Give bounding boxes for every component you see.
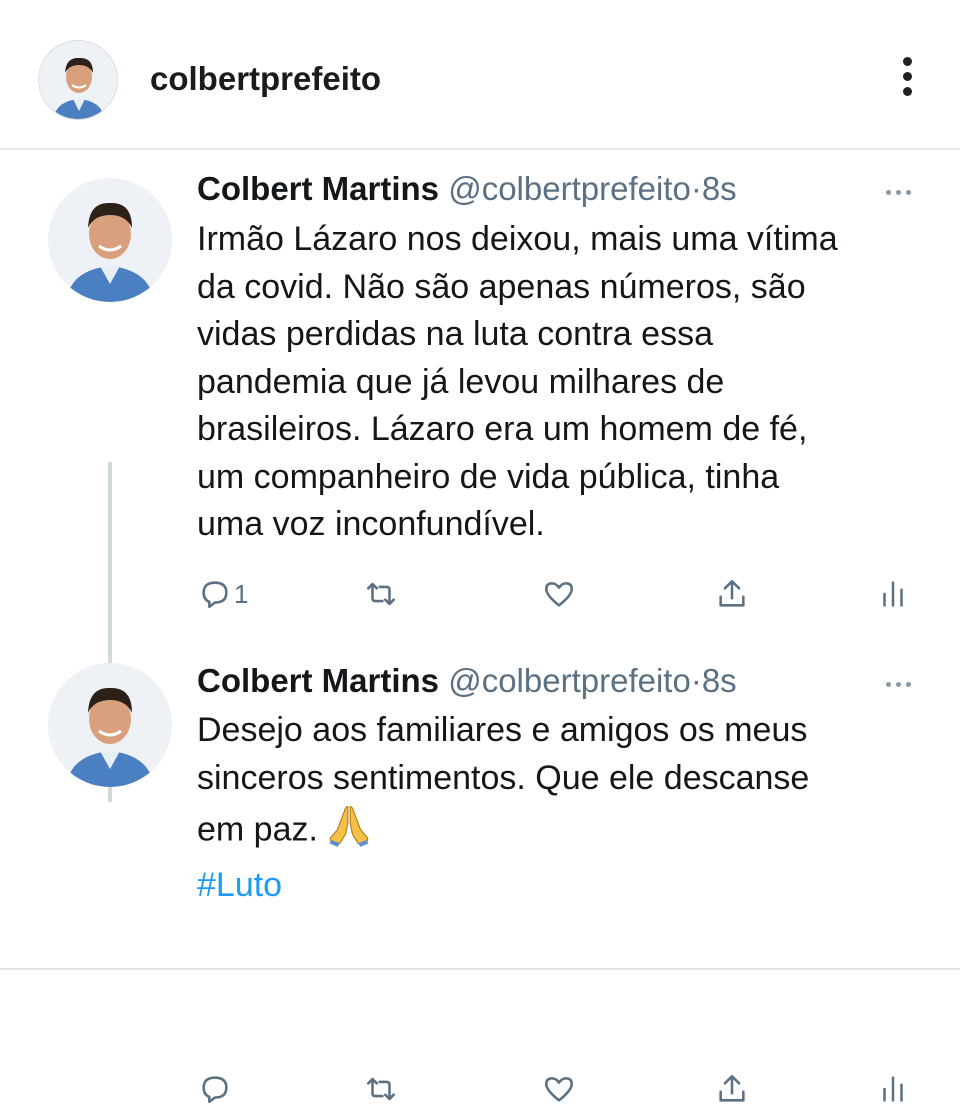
heart-icon: [544, 582, 574, 607]
like-button[interactable]: [542, 1067, 576, 1111]
tweet-text-line: pandemia que já levou milhares de: [197, 362, 725, 401]
share-icon: [719, 1074, 745, 1102]
like-button[interactable]: [542, 572, 576, 616]
tweet-actions: [190, 1067, 920, 1111]
retweet-button[interactable]: [364, 1067, 398, 1111]
retweet-button[interactable]: [364, 572, 398, 616]
timestamp[interactable]: 8s: [702, 662, 737, 699]
analytics-icon: [883, 581, 903, 607]
author-handle[interactable]: @colbertprefeito: [448, 170, 691, 207]
tweet-text-line: da covid. Não são apenas números, são: [197, 267, 806, 306]
tweet-header: Colbert Martins @colbertprefeito·8s: [197, 662, 737, 700]
separator-dot: ·: [690, 662, 702, 699]
heart-icon: [544, 1077, 574, 1102]
post-header: colbertprefeito: [0, 0, 960, 150]
tweet-text: Irmão Lázaro nos deixou, mais uma vítima…: [197, 216, 917, 549]
analytics-button[interactable]: [876, 572, 910, 616]
separator-dot: ·: [690, 170, 702, 207]
retweet-icon: [366, 582, 396, 606]
retweet-icon: [366, 1077, 396, 1101]
analytics-button[interactable]: [876, 1067, 910, 1111]
analytics-icon: [883, 1076, 903, 1102]
share-icon: [719, 579, 745, 607]
profile-username[interactable]: colbertprefeito: [150, 60, 381, 98]
reply-button[interactable]: [198, 1067, 232, 1111]
tweet-actions: 1: [190, 572, 920, 616]
profile-photo-icon: [39, 41, 117, 119]
folded-hands-emoji-icon: [326, 802, 372, 862]
tweet-text-line: vidas perdidas na luta contra essa: [197, 315, 713, 353]
vertical-ellipsis-icon[interactable]: [892, 52, 922, 112]
tweet-header: Colbert Martins @colbertprefeito·8s: [197, 170, 737, 208]
tweet-text-line: Irmão Lázaro nos deixou, mais uma vítima: [197, 220, 838, 258]
profile-avatar[interactable]: [38, 40, 118, 120]
tweet-text-line: um companheiro de vida pública, tinha: [197, 457, 780, 496]
author-name[interactable]: Colbert Martins: [197, 170, 439, 207]
author-name[interactable]: Colbert Martins: [197, 662, 439, 699]
tweet-text-fragment: em paz.: [197, 810, 318, 849]
tweet-avatar[interactable]: [48, 663, 172, 787]
tweet-text-line: Desejo aos familiares e amigos os meus: [197, 711, 808, 749]
share-button[interactable]: [715, 1067, 749, 1111]
share-button[interactable]: [715, 572, 749, 616]
tweet-text: Desejo aos familiares e amigos os meus s…: [197, 707, 917, 909]
profile-photo-icon: [48, 663, 172, 787]
reply-icon: [202, 581, 228, 609]
tweet-more-icon[interactable]: [886, 674, 922, 690]
author-handle[interactable]: @colbertprefeito: [448, 662, 691, 699]
tweet-text-line: em paz.: [197, 802, 917, 862]
reply-icon: [202, 1076, 228, 1104]
tweet-thread-card: Colbert Martins @colbertprefeito·8s Irmã…: [0, 150, 960, 1104]
reply-button[interactable]: 1: [198, 572, 248, 616]
tweet-text-line: uma voz inconfundível.: [197, 505, 545, 543]
hashtag-link[interactable]: #Luto: [197, 862, 917, 910]
reply-count: 1: [234, 578, 249, 609]
tweet-avatar[interactable]: [48, 178, 172, 302]
tweet-text-line: brasileiros. Lázaro era um homem de fé,: [197, 410, 808, 448]
tweet-text-line: sinceros sentimentos. Que ele descanse: [197, 758, 810, 797]
tweet-more-icon[interactable]: [886, 182, 922, 198]
profile-photo-icon: [48, 178, 172, 302]
timestamp[interactable]: 8s: [702, 170, 737, 207]
